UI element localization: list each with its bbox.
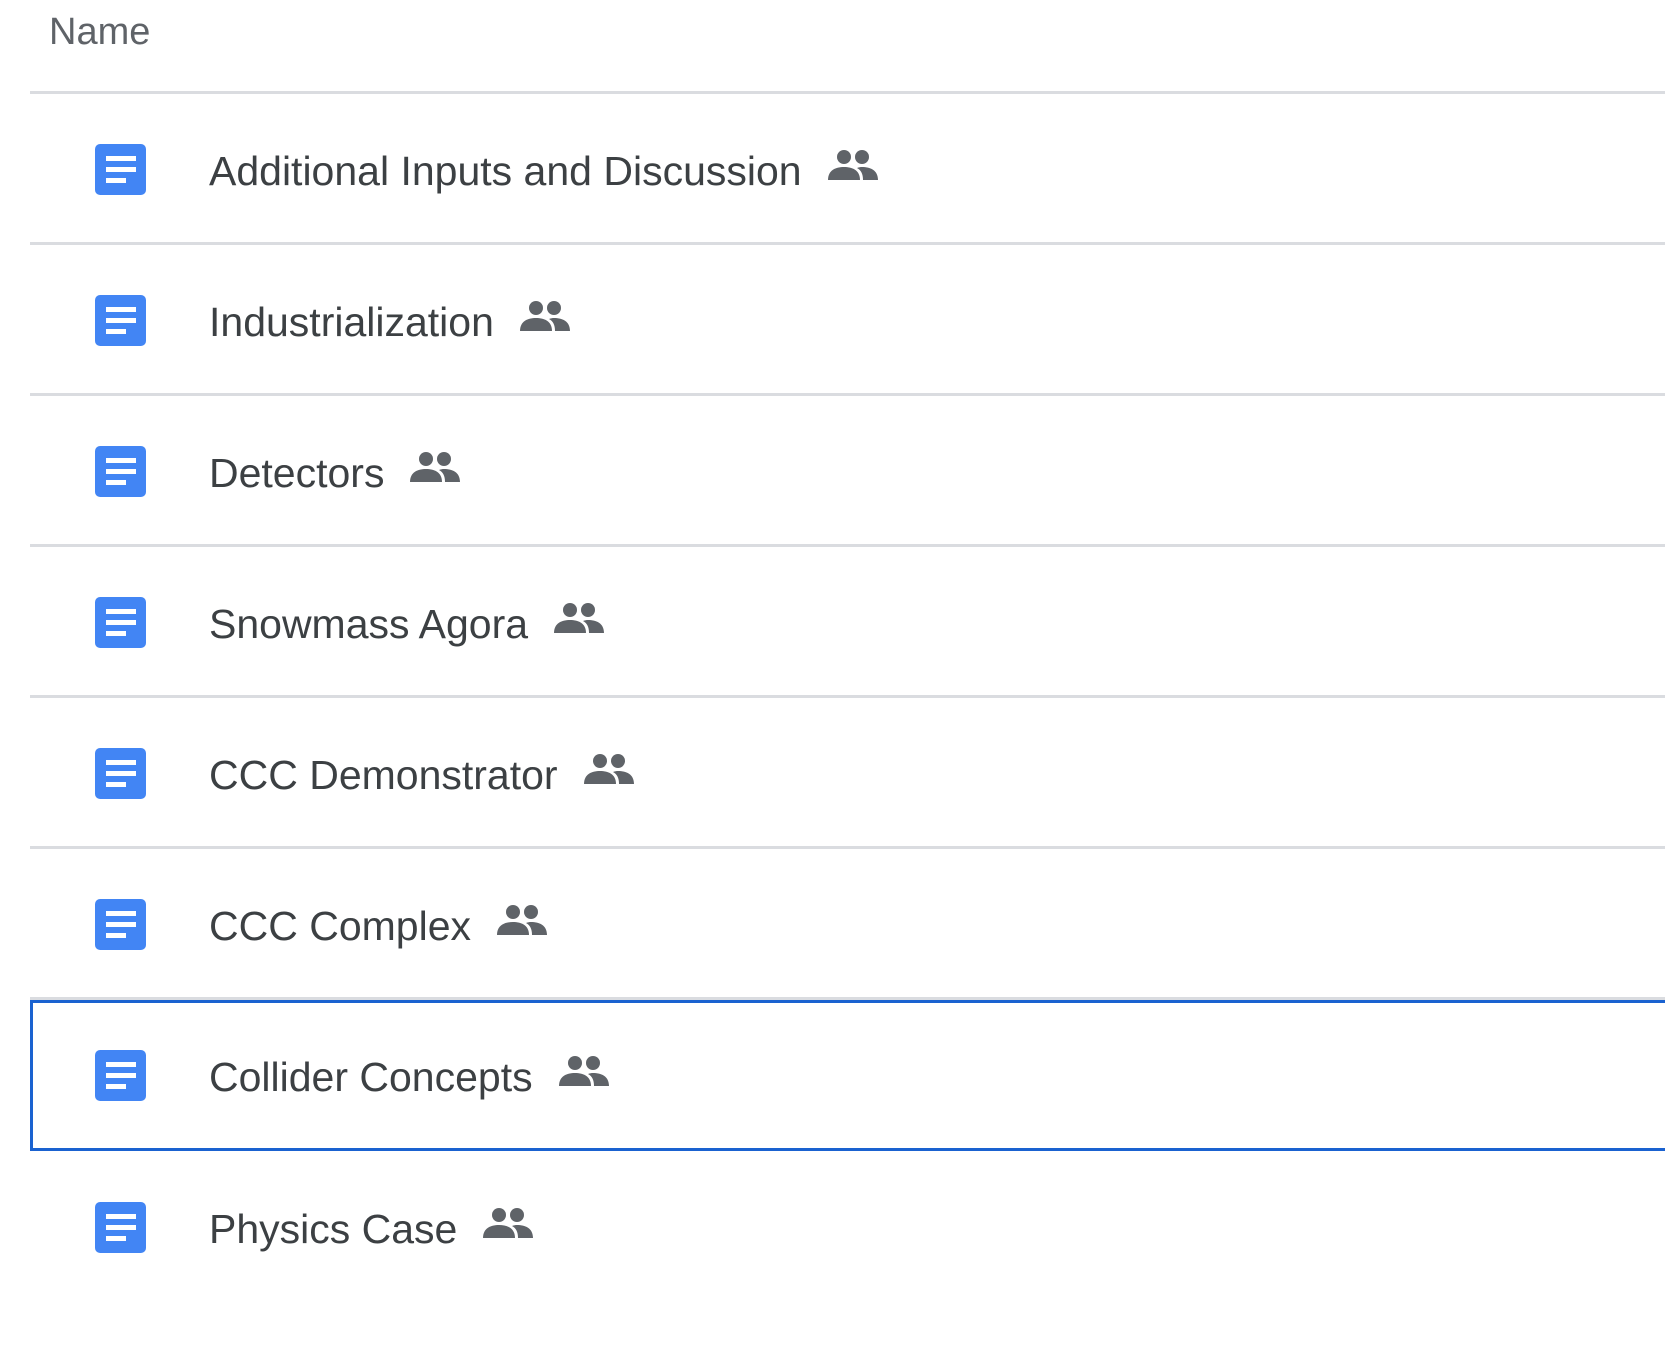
file-name: CCC Demonstrator [209,752,558,798]
google-docs-icon [95,597,146,648]
file-list: Name Additional Inputs and Discussion In… [0,0,1665,1372]
file-name: Industrialization [209,299,494,345]
file-row[interactable]: Snowmass Agora [30,547,1665,698]
file-row[interactable]: Additional Inputs and Discussion [30,94,1665,245]
google-docs-icon [95,295,146,346]
file-row[interactable]: CCC Complex [30,849,1665,1000]
file-name: Additional Inputs and Discussion [209,148,802,194]
file-row[interactable]: CCC Demonstrator [30,698,1665,849]
google-docs-icon [95,446,146,497]
shared-people-icon [583,754,634,784]
file-name: CCC Complex [209,903,471,949]
google-docs-icon [95,1202,146,1253]
column-header: Name [30,0,1665,94]
shared-people-icon [554,603,605,633]
google-docs-icon [95,899,146,950]
file-row[interactable]: Physics Case [30,1152,1665,1303]
google-docs-icon [95,1050,146,1101]
file-name: Collider Concepts [209,1054,533,1100]
file-name: Detectors [209,450,385,496]
shared-people-icon [558,1056,609,1086]
file-row-selected[interactable]: Collider Concepts [30,1000,1665,1151]
file-name: Snowmass Agora [209,601,529,647]
file-row[interactable]: Detectors [30,396,1665,547]
google-docs-icon [95,144,146,195]
shared-people-icon [410,452,461,482]
shared-people-icon [827,150,878,180]
shared-people-icon [497,905,547,935]
shared-people-icon [519,301,570,331]
file-row[interactable]: Industrialization [30,245,1665,396]
shared-people-icon [483,1208,534,1238]
file-name: Physics Case [209,1206,458,1252]
google-docs-icon [95,748,146,799]
name-column-header[interactable]: Name [49,10,150,54]
